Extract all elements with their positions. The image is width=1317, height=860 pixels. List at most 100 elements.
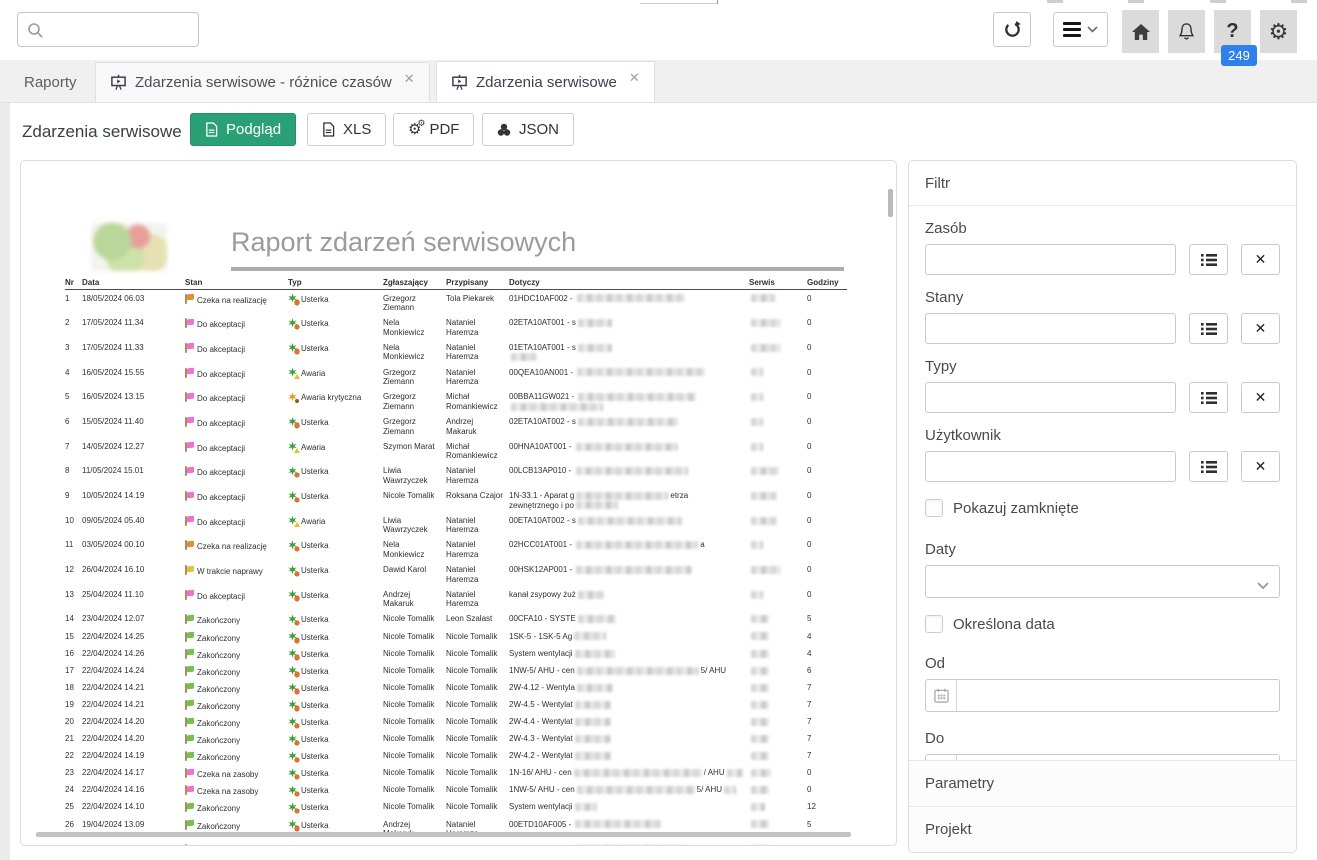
pdf-button[interactable]: ⚙⚙ PDF bbox=[393, 113, 474, 146]
chevron-down-icon bbox=[1257, 577, 1269, 595]
cell-nr: 26 bbox=[65, 820, 82, 830]
cell-stan: Zakończony bbox=[185, 683, 288, 695]
redacted-text bbox=[751, 294, 775, 302]
cell-serwis bbox=[749, 734, 807, 744]
stany-list-button[interactable] bbox=[1189, 313, 1228, 344]
cell-stan: Czeka na realizację bbox=[185, 294, 288, 306]
cell-serwis bbox=[749, 751, 807, 761]
redacted-text bbox=[511, 403, 603, 411]
horizontal-scrollbar-thumb[interactable] bbox=[36, 832, 851, 837]
typy-list-button[interactable] bbox=[1189, 382, 1228, 413]
status-flag-icon bbox=[185, 565, 194, 575]
close-icon[interactable]: ✕ bbox=[404, 71, 415, 87]
type-icon bbox=[288, 649, 297, 658]
redacted-text bbox=[575, 820, 661, 828]
cell-stan: Zakończony bbox=[185, 820, 288, 832]
column-header: Data bbox=[82, 278, 185, 287]
cell-godziny: 0 bbox=[807, 368, 847, 378]
filter-section-header[interactable]: Filtr bbox=[909, 161, 1296, 206]
cell-typ: Usterka bbox=[288, 700, 383, 711]
cell-dotyczy: 00ETA10AT002 - s bbox=[509, 516, 749, 526]
notifications-button[interactable] bbox=[1168, 10, 1205, 53]
search-input[interactable] bbox=[50, 21, 189, 39]
typy-input[interactable] bbox=[925, 382, 1176, 413]
typy-clear-button[interactable]: ✕ bbox=[1241, 382, 1280, 413]
cell-godziny: 7 bbox=[807, 683, 847, 693]
redacted-text bbox=[751, 650, 769, 658]
redacted-text bbox=[577, 667, 699, 675]
checkbox-show-closed[interactable] bbox=[925, 499, 943, 517]
cell-dotyczy: 01HDC10AF002 - bbox=[509, 294, 749, 304]
zasob-input[interactable] bbox=[925, 244, 1176, 275]
vertical-scrollbar-thumb[interactable] bbox=[888, 189, 893, 217]
home-button[interactable] bbox=[1122, 10, 1159, 53]
zasob-list-button[interactable] bbox=[1189, 244, 1228, 275]
cell-data: 11/05/2024 15.01 bbox=[82, 466, 185, 476]
field-label-od: Od bbox=[925, 655, 1280, 672]
cell-przypisany: Nicole Tomalik bbox=[446, 802, 509, 812]
cell-godziny: 0 bbox=[807, 466, 847, 476]
uzytkownik-list-button[interactable] bbox=[1189, 451, 1228, 482]
cell-stan: Do akceptacji bbox=[185, 417, 288, 429]
cell-przypisany: Nataniel Haremza bbox=[446, 516, 509, 535]
type-icon bbox=[288, 666, 297, 675]
preview-button[interactable]: Podgląd bbox=[190, 113, 296, 146]
menu-button[interactable] bbox=[1053, 12, 1108, 47]
tab-zdarzenia-roznice[interactable]: Zdarzenia serwisowe - różnice czasów ✕ bbox=[95, 62, 430, 102]
close-icon[interactable]: ✕ bbox=[629, 70, 640, 86]
section-parametry[interactable]: Parametry bbox=[909, 760, 1296, 806]
cell-stan: Zakończony bbox=[185, 717, 288, 729]
clear-icon: ✕ bbox=[1255, 320, 1267, 337]
cell-godziny: 0 bbox=[807, 491, 847, 501]
type-icon bbox=[288, 392, 297, 401]
stany-input[interactable] bbox=[925, 313, 1176, 344]
cell-godziny: 0 bbox=[807, 442, 847, 452]
cell-zglaszajacy: Nela Monkiewicz bbox=[383, 540, 446, 559]
redacted-text bbox=[576, 541, 698, 549]
uzytkownik-clear-button[interactable]: ✕ bbox=[1241, 451, 1280, 482]
xls-button[interactable]: XLS bbox=[307, 113, 386, 146]
clear-icon: ✕ bbox=[1255, 458, 1267, 475]
cell-nr: 25 bbox=[65, 802, 82, 812]
tab-label: Raporty bbox=[24, 74, 77, 91]
date-from-input[interactable] bbox=[957, 680, 1279, 711]
redacted-text bbox=[751, 368, 763, 376]
preview-label: Podgląd bbox=[226, 121, 281, 138]
refresh-button[interactable] bbox=[993, 12, 1031, 47]
checkbox-exact-date[interactable] bbox=[925, 615, 943, 633]
cell-nr: 21 bbox=[65, 734, 82, 744]
status-flag-icon bbox=[185, 632, 194, 642]
filter-sidebar: Filtr Zasób ✕ Stany ✕ Typy bbox=[908, 160, 1297, 853]
settings-button[interactable]: ⚙ bbox=[1260, 10, 1297, 53]
cell-stan: Do akceptacji bbox=[185, 392, 288, 404]
type-icon bbox=[288, 614, 297, 623]
tab-raporty[interactable]: Raporty bbox=[10, 62, 91, 102]
table-row: 1522/04/2024 14.25ZakończonyUsterkaNicol… bbox=[65, 628, 847, 645]
daty-select[interactable] bbox=[925, 565, 1280, 598]
search-box[interactable] bbox=[17, 12, 199, 47]
zasob-clear-button[interactable]: ✕ bbox=[1241, 244, 1280, 275]
status-flag-icon bbox=[185, 590, 194, 600]
status-flag-icon bbox=[185, 417, 194, 427]
uzytkownik-input[interactable] bbox=[925, 451, 1176, 482]
table-row: 1722/04/2024 14.24ZakończonyUsterkaNicol… bbox=[65, 662, 847, 679]
cell-stan: Do akceptacji bbox=[185, 466, 288, 478]
redacted-text bbox=[578, 344, 612, 352]
type-icon bbox=[288, 700, 297, 709]
stany-clear-button[interactable]: ✕ bbox=[1241, 313, 1280, 344]
redacted-text bbox=[578, 393, 696, 401]
gear-icon: ⚙ bbox=[1269, 21, 1289, 43]
tab-zdarzenia-serwisowe[interactable]: Zdarzenia serwisowe ✕ bbox=[436, 61, 655, 102]
section-projekt[interactable]: Projekt bbox=[909, 806, 1296, 852]
cell-godziny: 0 bbox=[807, 392, 847, 402]
type-icon bbox=[288, 294, 297, 303]
status-flag-icon bbox=[185, 649, 194, 659]
cell-serwis bbox=[749, 768, 807, 778]
redacted-text bbox=[751, 615, 769, 623]
status-flag-icon bbox=[185, 700, 194, 710]
cell-zglaszajacy: Grzegorz Ziemann bbox=[383, 368, 446, 387]
json-button[interactable]: JSON bbox=[482, 113, 574, 146]
cell-przypisany: Nicole Tomalik bbox=[446, 700, 509, 710]
table-row: 1423/04/2024 12.07ZakończonyUsterkaNicol… bbox=[65, 611, 847, 628]
redacted-text bbox=[751, 393, 763, 401]
